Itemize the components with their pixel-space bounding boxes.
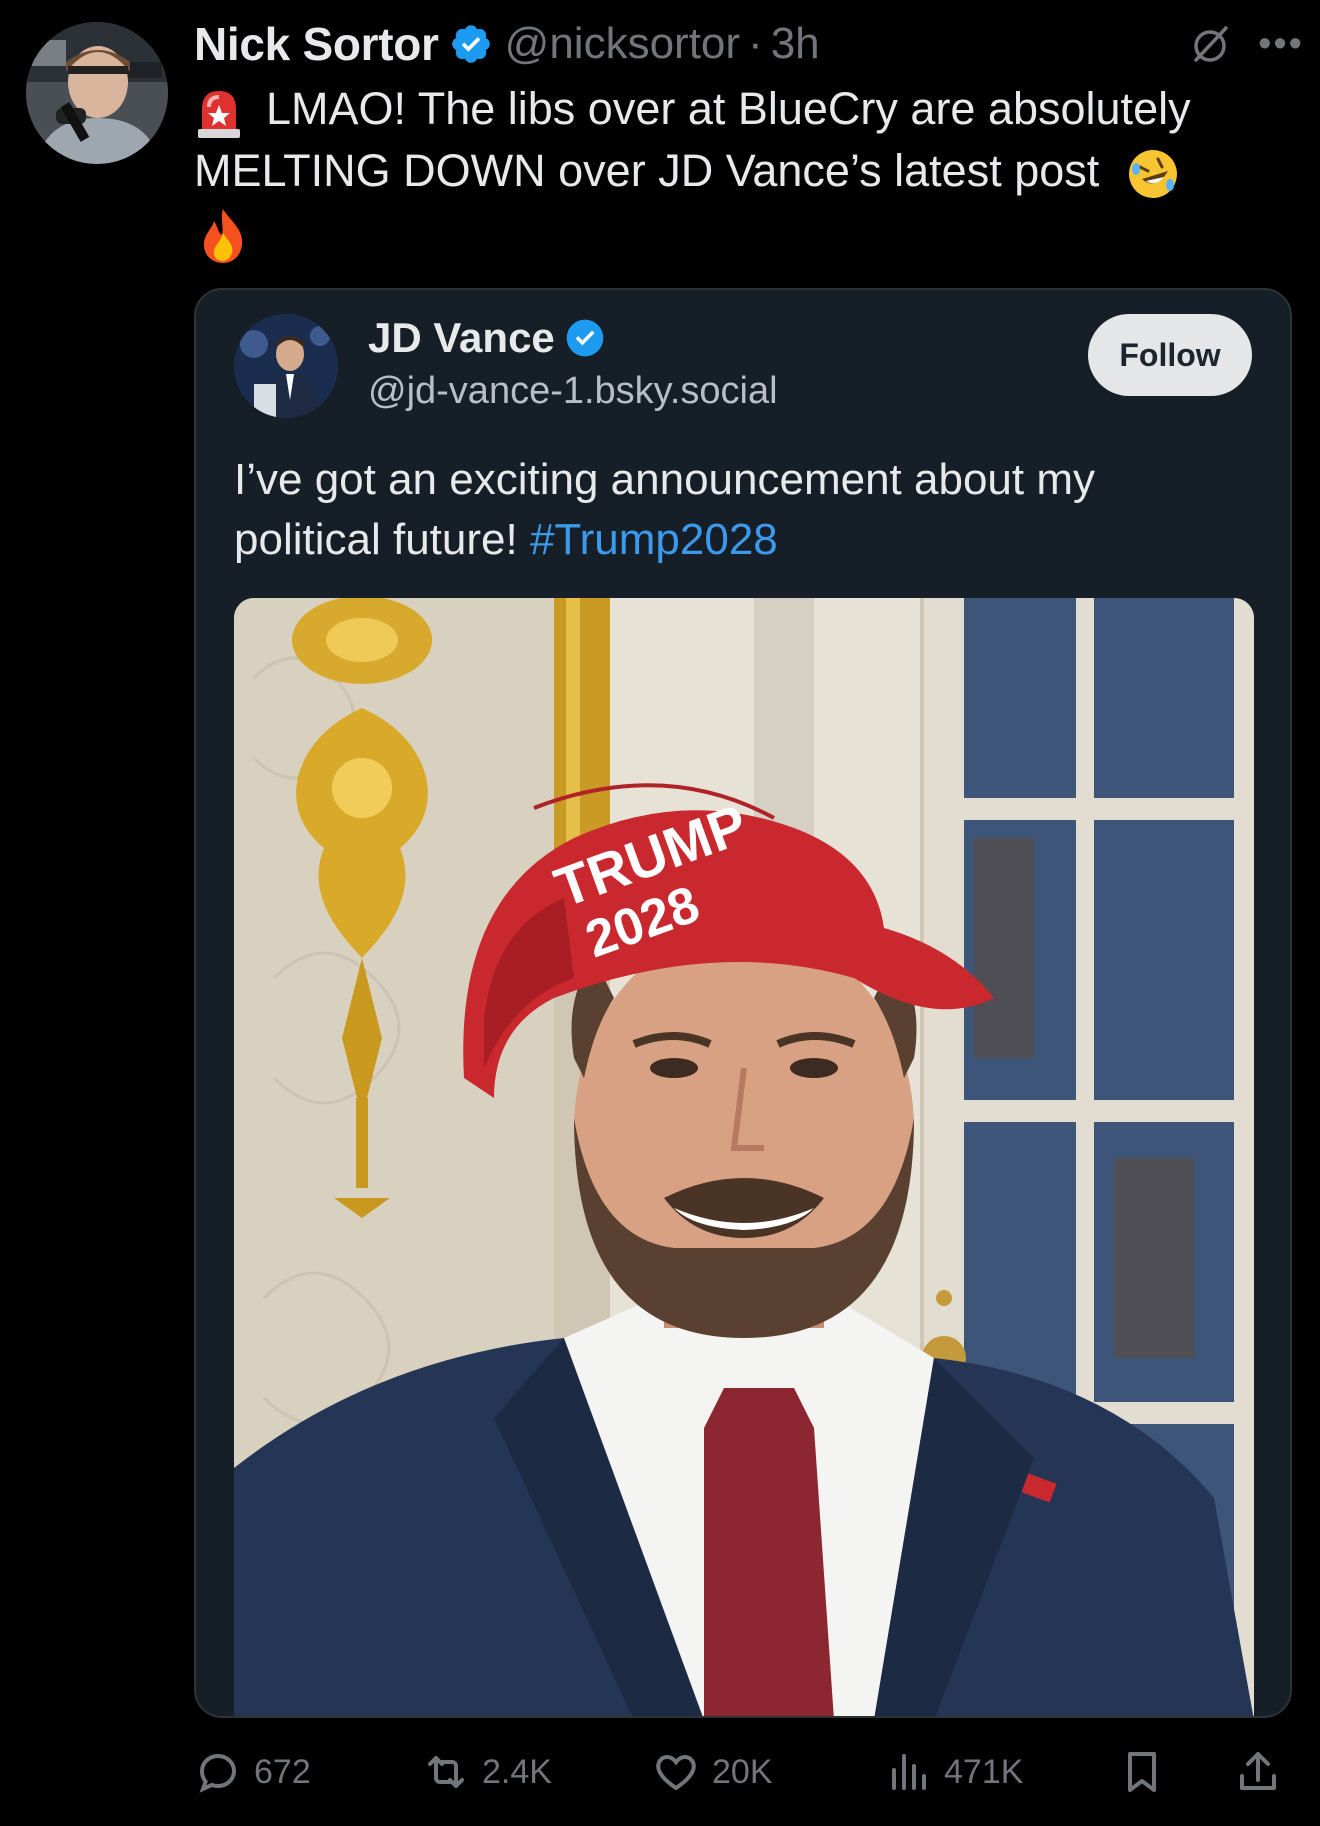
quoted-author-avatar[interactable]: [234, 314, 338, 418]
author-name[interactable]: Nick Sortor: [194, 17, 439, 71]
follow-button[interactable]: Follow: [1088, 314, 1252, 396]
reply-icon: [199, 1753, 237, 1793]
reply-count: 672: [254, 1752, 311, 1791]
repost-count: 2.4K: [482, 1752, 552, 1791]
grok-icon[interactable]: [1188, 22, 1232, 66]
repost-button[interactable]: 2.4K: [422, 1748, 552, 1796]
rofl-emoji: [1126, 147, 1180, 201]
quoted-author-name[interactable]: JD Vance: [368, 314, 555, 362]
action-bar: 672 2.4K 20K 471K: [194, 1742, 1294, 1802]
timestamp[interactable]: 3h: [771, 19, 820, 69]
tweet-text: LMAO! The libs over at BlueCry are absol…: [194, 78, 1304, 265]
bookmark-icon: [1128, 1752, 1156, 1792]
tweet-text-line1: LMAO! The libs over at BlueCry are absol…: [266, 83, 1191, 134]
views-button[interactable]: 471K: [884, 1748, 1023, 1796]
verified-icon: [451, 25, 490, 63]
verified-icon: [566, 319, 604, 357]
separator-dot: ·: [748, 19, 763, 68]
quoted-post-text: I’ve got an exciting announcement about …: [234, 450, 1234, 570]
hashtag-link[interactable]: #Trump2028: [530, 515, 778, 564]
siren-emoji: [194, 85, 244, 139]
tweet-header: Nick Sortor @nicksortor · 3h •••: [194, 14, 1304, 74]
quoted-post-image[interactable]: TRUMP 2028: [234, 598, 1254, 1716]
quoted-author-handle[interactable]: @jd-vance-1.bsky.social: [368, 370, 778, 413]
share-icon: [1240, 1752, 1276, 1790]
more-icon[interactable]: •••: [1258, 25, 1304, 63]
views-icon: [892, 1754, 926, 1790]
like-button[interactable]: 20K: [652, 1748, 773, 1796]
repost-icon: [428, 1756, 464, 1788]
like-icon: [656, 1754, 696, 1791]
like-count: 20K: [712, 1752, 773, 1791]
fire-emoji: [198, 207, 248, 265]
views-count: 471K: [944, 1752, 1024, 1791]
author-handle[interactable]: @nicksortor: [505, 19, 740, 69]
quoted-post[interactable]: JD Vance @jd-vance-1.bsky.social Follow …: [194, 288, 1292, 1718]
reply-button[interactable]: 672: [194, 1748, 311, 1796]
quoted-author-row: JD Vance: [368, 314, 605, 362]
author-avatar[interactable]: [26, 22, 168, 164]
share-button[interactable]: [1234, 1748, 1294, 1796]
bookmark-button[interactable]: [1118, 1748, 1178, 1796]
tweet-text-line2: MELTING DOWN over JD Vance’s latest post: [194, 145, 1100, 196]
